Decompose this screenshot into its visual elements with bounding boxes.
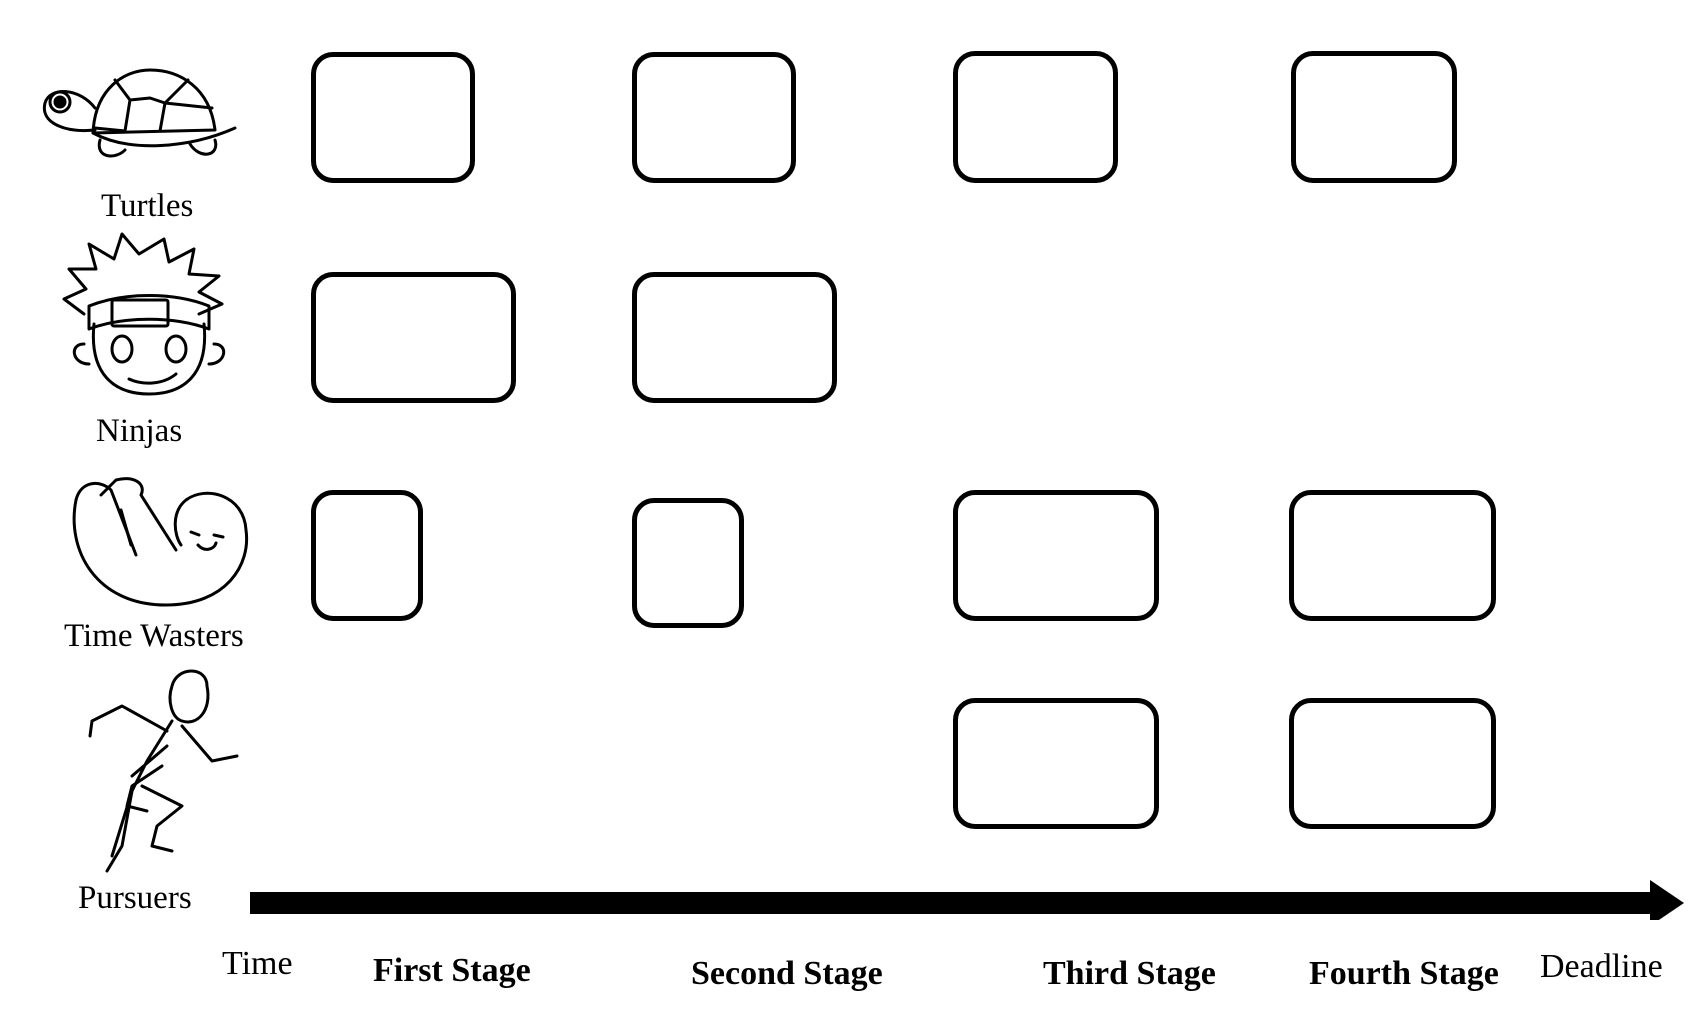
box-turtles-stage-1 <box>311 52 475 183</box>
box-ninjas-stage-2 <box>632 272 837 403</box>
box-time-wasters-stage-4 <box>1289 490 1496 621</box>
box-time-wasters-stage-3 <box>953 490 1159 621</box>
axis-start-label: Time <box>222 945 293 982</box>
row-label-pursuers: Pursuers <box>78 880 192 916</box>
turtle-icon <box>42 68 237 158</box>
box-ninjas-stage-1 <box>311 272 516 403</box>
row-label-ninjas: Ninjas <box>96 413 183 449</box>
sloth-icon <box>72 477 249 607</box>
stage-label-first: First Stage <box>373 952 531 989</box>
box-turtles-stage-3 <box>953 51 1118 183</box>
axis-end-label: Deadline <box>1540 948 1663 985</box>
box-time-wasters-stage-1 <box>311 490 423 621</box>
time-axis-shaft <box>250 892 1650 914</box>
runner-icon <box>88 669 239 873</box>
row-label-time-wasters: Time Wasters <box>64 618 244 654</box>
stage-label-fourth: Fourth Stage <box>1309 955 1499 992</box>
box-turtles-stage-2 <box>632 52 796 183</box>
box-time-wasters-stage-2 <box>632 498 744 628</box>
stage-label-second: Second Stage <box>691 955 883 992</box>
ninja-face-icon <box>62 232 225 396</box>
arrowhead-icon <box>1650 880 1684 920</box>
box-pursuers-stage-4 <box>1289 698 1496 829</box>
stage-label-third: Third Stage <box>1043 955 1216 992</box>
time-axis-arrow <box>250 880 1684 920</box>
row-label-turtles: Turtles <box>101 188 194 224</box>
box-pursuers-stage-3 <box>953 698 1159 829</box>
box-turtles-stage-4 <box>1291 51 1457 183</box>
